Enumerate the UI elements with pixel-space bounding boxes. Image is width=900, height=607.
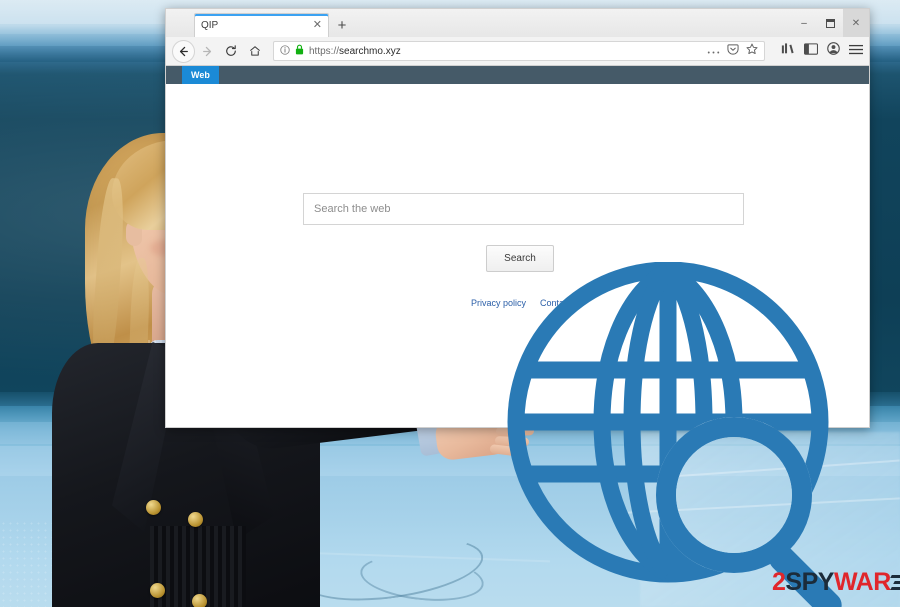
blazer-button	[192, 594, 207, 607]
url-text: https://searchmo.xyz	[309, 45, 401, 57]
address-bar[interactable]: https://searchmo.xyz	[273, 41, 765, 61]
search-input[interactable]: Search the web	[303, 193, 744, 225]
star-icon[interactable]	[746, 42, 758, 60]
sidebar-icon[interactable]	[804, 42, 819, 60]
blazer-button	[146, 500, 161, 515]
watermark-part-4	[889, 570, 900, 595]
search-input-placeholder: Search the web	[314, 203, 391, 215]
maximize-button[interactable]	[817, 9, 843, 37]
menu-icon[interactable]	[849, 42, 863, 60]
globe-search-icon	[496, 262, 856, 607]
site-nav-tab-web[interactable]: Web	[182, 66, 219, 84]
page-info-icon[interactable]	[280, 42, 290, 60]
reload-icon[interactable]	[219, 39, 243, 63]
library-icon[interactable]	[781, 42, 795, 60]
blazer-button	[150, 583, 165, 598]
pocket-icon[interactable]	[727, 42, 739, 60]
padlock-icon	[295, 42, 304, 60]
minimize-button[interactable]: –	[791, 9, 817, 37]
browser-titlebar: QIP ✕ + – ✕	[165, 8, 870, 37]
close-button[interactable]: ✕	[843, 9, 869, 37]
watermark-2spyware: 2 SPY WAR	[772, 570, 900, 595]
screenshot-canvas: QIP ✕ + – ✕ https://searchmo.xyz Web Sea…	[0, 0, 900, 607]
forward-arrow-icon[interactable]	[195, 39, 219, 63]
account-icon[interactable]	[827, 42, 840, 60]
window-controls: – ✕	[791, 9, 869, 37]
watermark-part-3: WAR	[833, 568, 891, 596]
blazer-button	[188, 512, 203, 527]
watermark-part-1: 2	[772, 568, 786, 596]
close-icon[interactable]: ✕	[313, 20, 322, 31]
back-arrow-icon[interactable]	[172, 39, 195, 63]
browser-toolbar-right	[771, 42, 863, 60]
watermark-part-2: SPY	[785, 568, 834, 596]
ellipsis-icon[interactable]	[707, 42, 720, 60]
browser-tab[interactable]: QIP ✕	[194, 13, 329, 37]
site-navigation-bar: Web	[165, 66, 870, 84]
new-tab-button[interactable]: +	[329, 13, 355, 37]
tab-title: QIP	[201, 20, 219, 31]
address-bar-actions	[707, 42, 758, 60]
search-area: Search the web	[303, 193, 744, 225]
home-icon[interactable]	[243, 39, 267, 63]
browser-navigation-toolbar: https://searchmo.xyz	[165, 37, 870, 66]
